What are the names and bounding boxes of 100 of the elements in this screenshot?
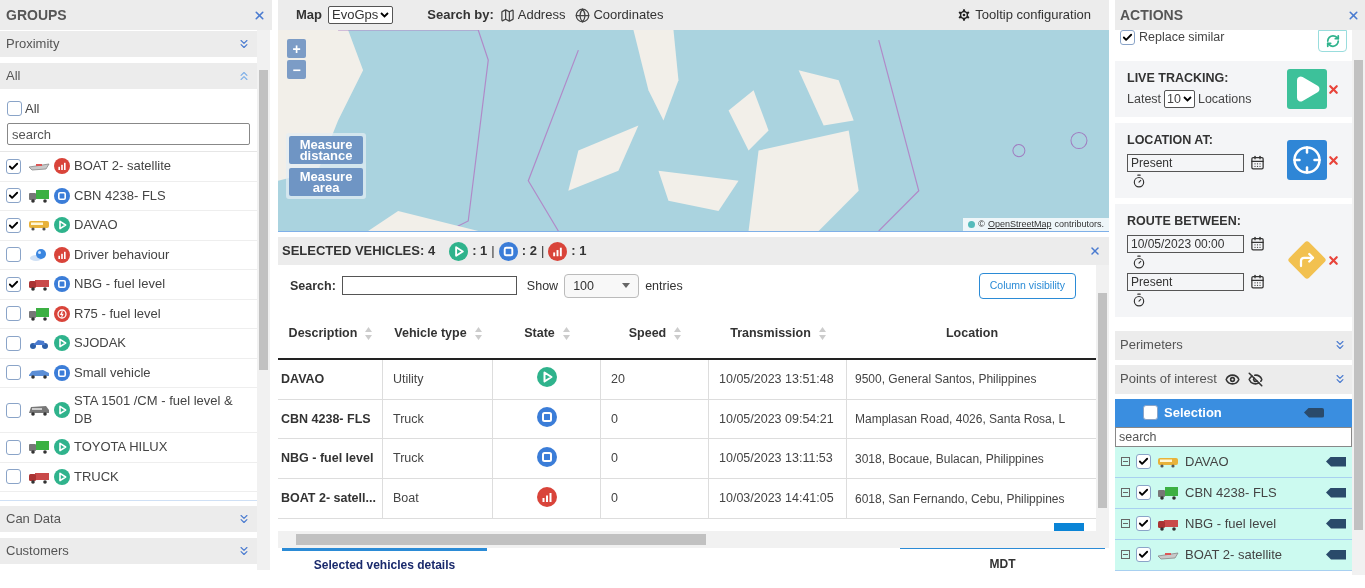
search-label: Search: <box>290 277 336 295</box>
scrollbar[interactable] <box>1096 265 1109 548</box>
scrollbar[interactable] <box>257 30 270 570</box>
expand-icon[interactable] <box>237 544 251 558</box>
tooltip-configuration[interactable]: Tooltip configuration <box>956 5 1091 25</box>
group-header[interactable]: Proximity <box>0 30 257 58</box>
date-field[interactable]: 10/05/2023 00:00 <box>1127 234 1244 253</box>
sort-icon[interactable] <box>474 326 482 340</box>
clear-icon[interactable] <box>1326 518 1346 529</box>
checkbox[interactable] <box>6 335 21 351</box>
expand-icon[interactable] <box>1333 372 1347 386</box>
group-item[interactable]: TRUCK <box>0 462 257 492</box>
column-header[interactable]: State <box>493 323 601 343</box>
sort-icon[interactable] <box>365 326 373 340</box>
tab[interactable]: MDT <box>900 548 1105 578</box>
date-field[interactable]: Present <box>1127 153 1244 172</box>
collapse-box-icon[interactable] <box>1121 550 1130 559</box>
group-item[interactable]: SJODAK <box>0 329 257 359</box>
table-search-field[interactable] <box>341 276 517 296</box>
section-header[interactable]: Perimeters <box>1115 330 1352 360</box>
remove-icon[interactable] <box>1327 82 1340 96</box>
entries-select[interactable]: 100 <box>564 273 640 298</box>
scrollbar[interactable] <box>1352 30 1365 575</box>
collapse-box-icon[interactable] <box>1121 488 1130 497</box>
close-icon[interactable] <box>253 8 266 22</box>
selection-item[interactable]: DAVAO <box>1115 446 1352 478</box>
attribution-link[interactable]: OpenStreetMap <box>987 217 1052 231</box>
map-icon <box>499 7 515 23</box>
clear-icon[interactable] <box>1326 549 1346 560</box>
checkbox[interactable] <box>1136 516 1151 531</box>
calendar-icon <box>1250 155 1265 171</box>
close-icon[interactable] <box>1089 245 1101 257</box>
checkbox[interactable] <box>6 217 21 233</box>
tab[interactable]: Selected vehicles details <box>282 548 487 578</box>
group-item[interactable]: BOAT 2- satellite <box>0 152 257 182</box>
search-option[interactable]: Coordinates <box>575 5 664 25</box>
selection-item[interactable]: CBN 4238- FLS <box>1115 477 1352 509</box>
checkbox[interactable] <box>6 469 21 485</box>
column-header[interactable]: Description <box>278 323 383 343</box>
search-field[interactable]: search <box>1115 426 1352 447</box>
column-visibility-button[interactable]: Column visibility <box>978 272 1076 299</box>
refresh-button[interactable] <box>1318 30 1347 52</box>
remove-icon[interactable] <box>1327 153 1340 167</box>
group-header[interactable]: Can Data <box>0 505 257 533</box>
collapse-box-icon[interactable] <box>1121 457 1130 466</box>
expand-icon[interactable] <box>1333 338 1347 352</box>
clear-icon[interactable] <box>1326 487 1346 498</box>
group-item[interactable]: TOYOTA HILUX <box>0 433 257 463</box>
clear-icon[interactable] <box>1326 456 1346 467</box>
group-header[interactable]: All <box>0 62 257 90</box>
expand-icon[interactable] <box>237 512 251 526</box>
checkbox[interactable] <box>1143 405 1158 420</box>
locate-button[interactable] <box>1287 140 1327 181</box>
eye-icon <box>1224 371 1240 387</box>
selection-item[interactable]: NBG - fuel level <box>1115 508 1352 540</box>
group-item[interactable]: Driver behaviour <box>0 240 257 270</box>
group-item[interactable]: R75 - fuel level <box>0 299 257 329</box>
count-select[interactable]: 10 <box>1164 90 1195 109</box>
sort-icon[interactable] <box>562 326 570 340</box>
expand-icon[interactable] <box>237 37 251 51</box>
checkbox[interactable] <box>6 439 21 455</box>
select-all-checkbox[interactable] <box>7 101 22 116</box>
checkbox[interactable] <box>6 188 21 204</box>
sort-icon[interactable] <box>674 326 682 340</box>
close-icon[interactable] <box>1347 8 1360 22</box>
group-header[interactable]: Customers <box>0 537 257 565</box>
remove-icon[interactable] <box>1327 253 1340 267</box>
selection-item[interactable]: BOAT 2- satellite <box>1115 539 1352 571</box>
column-header[interactable]: Location <box>847 323 1096 343</box>
checkbox[interactable] <box>6 306 21 322</box>
group-item[interactable]: STA 1501 /CM - fuel level & DB <box>0 388 257 433</box>
group-item[interactable]: CBN 4238- FLS <box>0 181 257 211</box>
checkbox[interactable] <box>1136 485 1151 500</box>
group-label: Can Data <box>6 510 61 529</box>
checkbox[interactable] <box>1136 454 1151 469</box>
section-header[interactable]: Points of interest <box>1115 364 1352 394</box>
column-header[interactable]: Transmission <box>709 323 847 343</box>
collapse-box-icon[interactable] <box>1121 519 1130 528</box>
collapse-icon[interactable] <box>237 69 251 83</box>
play-button[interactable] <box>1287 69 1327 109</box>
group-item[interactable]: DAVAO <box>0 211 257 241</box>
checkbox[interactable] <box>6 365 21 381</box>
checkbox[interactable] <box>1136 547 1151 562</box>
column-header[interactable]: Vehicle type <box>383 323 493 343</box>
map-select[interactable]: EvoGps <box>328 6 394 24</box>
search-option[interactable]: Address <box>499 5 566 25</box>
checkbox[interactable] <box>6 276 21 292</box>
date-field[interactable]: Present <box>1127 272 1244 291</box>
vehicle-name: Driver behaviour <box>74 245 170 264</box>
search-field[interactable]: search <box>7 123 250 145</box>
column-header[interactable]: Speed <box>601 323 709 343</box>
group-item[interactable]: NBG - fuel level <box>0 270 257 300</box>
turn-right-icon <box>1298 251 1316 270</box>
group-item[interactable]: Small vehicle <box>0 358 257 388</box>
checkbox[interactable] <box>6 402 21 418</box>
checkbox[interactable] <box>6 247 21 263</box>
checkbox[interactable] <box>6 158 21 174</box>
horizontal-scrollbar[interactable] <box>278 531 1096 548</box>
sort-icon[interactable] <box>818 326 826 340</box>
selected-vehicles-title: SELECTED VEHICLES: 4 <box>282 242 436 261</box>
